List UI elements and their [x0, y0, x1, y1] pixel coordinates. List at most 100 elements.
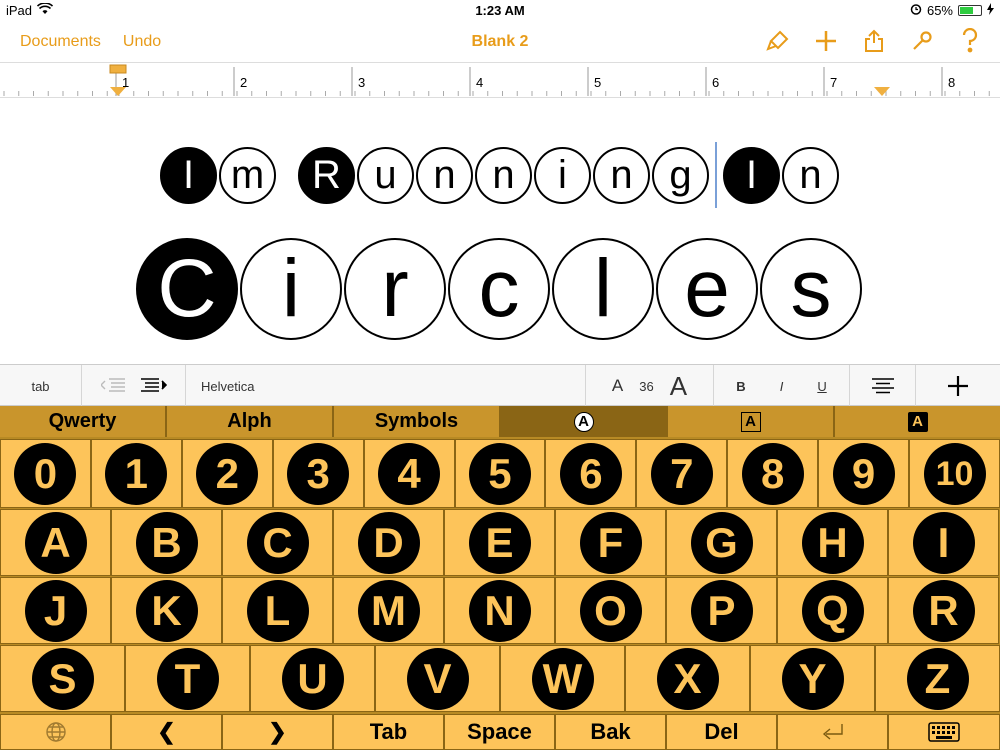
key-label: 8: [741, 442, 804, 505]
key-b[interactable]: B: [111, 509, 222, 576]
font-size-value: 36: [639, 378, 654, 394]
tab-square-positive[interactable]: A: [668, 406, 835, 437]
char-circle: C: [136, 238, 238, 340]
space-key[interactable]: Space: [444, 714, 555, 750]
key-x[interactable]: X: [625, 645, 750, 712]
font-name-button[interactable]: Helvetica: [186, 365, 586, 407]
key-y[interactable]: Y: [750, 645, 875, 712]
key-d[interactable]: D: [333, 509, 444, 576]
key-3[interactable]: 3: [272, 439, 364, 508]
key-h[interactable]: H: [777, 509, 888, 576]
key-6[interactable]: 6: [545, 439, 637, 508]
key-w[interactable]: W: [500, 645, 625, 712]
hide-keyboard-key[interactable]: [888, 714, 1000, 750]
key-r[interactable]: R: [888, 577, 999, 644]
battery-percent: 65%: [926, 3, 953, 18]
tab-key[interactable]: Tab: [333, 714, 444, 750]
key-8[interactable]: 8: [727, 439, 819, 508]
char-circle: g: [652, 146, 709, 204]
key-label: Q: [801, 579, 864, 642]
decrease-indent-icon[interactable]: [100, 377, 125, 396]
key-10[interactable]: 10: [909, 439, 1000, 508]
key-q[interactable]: Q: [777, 577, 888, 644]
prev-key[interactable]: ❮: [111, 714, 222, 750]
return-icon: [822, 724, 843, 740]
help-icon[interactable]: [956, 27, 984, 55]
char-circle: n: [416, 146, 473, 204]
tab-key-button[interactable]: tab: [0, 365, 82, 407]
key-5[interactable]: 5: [454, 439, 546, 508]
increase-indent-icon[interactable]: [140, 377, 167, 396]
key-j[interactable]: J: [0, 577, 111, 644]
key-i[interactable]: I: [888, 509, 999, 576]
documents-button[interactable]: Documents: [20, 33, 101, 51]
tab-square-negative[interactable]: A: [835, 406, 1000, 437]
char-circle: l: [552, 238, 654, 340]
ruler-label: 8: [948, 75, 955, 90]
alarm-icon: [910, 3, 922, 18]
return-key[interactable]: [777, 714, 888, 750]
tab-qwerty[interactable]: Qwerty: [0, 406, 167, 437]
globe-icon: [45, 722, 66, 742]
key-p[interactable]: P: [666, 577, 777, 644]
number-row: 0 1 2 3 4 5 6 7 8 9 10: [0, 439, 1000, 508]
paintbrush-icon[interactable]: [764, 27, 792, 55]
font-size-controls: A 36 A: [586, 365, 714, 407]
text-cursor: [715, 142, 717, 208]
key-z[interactable]: Z: [875, 645, 1000, 712]
key-1[interactable]: 1: [90, 439, 182, 508]
key-0[interactable]: 0: [0, 439, 91, 508]
delete-key[interactable]: Del: [666, 714, 777, 750]
key-o[interactable]: O: [555, 577, 666, 644]
key-a[interactable]: A: [0, 509, 111, 576]
first-line-indent-marker[interactable]: [109, 64, 127, 74]
italic-button[interactable]: I: [780, 379, 784, 394]
key-e[interactable]: E: [444, 509, 555, 576]
key-l[interactable]: L: [222, 577, 333, 644]
globe-key[interactable]: [0, 714, 111, 750]
add-icon[interactable]: [812, 27, 840, 55]
backspace-key[interactable]: Bak: [555, 714, 666, 750]
bold-button[interactable]: B: [736, 379, 745, 394]
key-4[interactable]: 4: [363, 439, 455, 508]
next-key[interactable]: ❯: [222, 714, 333, 750]
key-9[interactable]: 9: [818, 439, 910, 508]
left-margin-marker[interactable]: [110, 87, 126, 96]
char-circle: s: [760, 238, 862, 340]
key-2[interactable]: 2: [181, 439, 273, 508]
wrench-icon[interactable]: [908, 27, 936, 55]
tab-circle-positive[interactable]: A: [501, 406, 668, 437]
key-g[interactable]: G: [666, 509, 777, 576]
share-icon[interactable]: [860, 27, 888, 55]
key-u[interactable]: U: [250, 645, 375, 712]
key-s[interactable]: S: [0, 645, 125, 712]
right-margin-marker[interactable]: [874, 87, 890, 96]
ruler[interactable]: 12345678: [0, 62, 1000, 98]
key-t[interactable]: T: [125, 645, 250, 712]
tab-symbols[interactable]: Symbols: [334, 406, 501, 437]
increase-font-size-button[interactable]: A: [670, 371, 687, 402]
tab-square-positive-label: A: [740, 411, 761, 432]
char-circle: n: [782, 146, 839, 204]
key-m[interactable]: M: [333, 577, 444, 644]
key-f[interactable]: F: [555, 509, 666, 576]
decrease-font-size-button[interactable]: A: [612, 376, 623, 396]
tab-alph[interactable]: Alph: [167, 406, 334, 437]
document-canvas[interactable]: I m R u n n i n g I n C i r c l e s: [0, 98, 1000, 364]
char-circle: m: [219, 146, 276, 204]
key-v[interactable]: V: [375, 645, 500, 712]
align-center-button[interactable]: [850, 365, 916, 407]
key-label: N: [468, 579, 531, 642]
ruler-label: 3: [358, 75, 365, 90]
ruler-label: 2: [240, 75, 247, 90]
indent-controls: [82, 365, 186, 407]
insert-button[interactable]: [916, 365, 1000, 407]
key-c[interactable]: C: [222, 509, 333, 576]
key-k[interactable]: K: [111, 577, 222, 644]
key-label: B: [135, 511, 198, 574]
undo-button[interactable]: Undo: [123, 33, 161, 51]
key-7[interactable]: 7: [636, 439, 728, 508]
underline-button[interactable]: U: [817, 379, 826, 394]
key-n[interactable]: N: [444, 577, 555, 644]
ruler-label: 5: [594, 75, 601, 90]
